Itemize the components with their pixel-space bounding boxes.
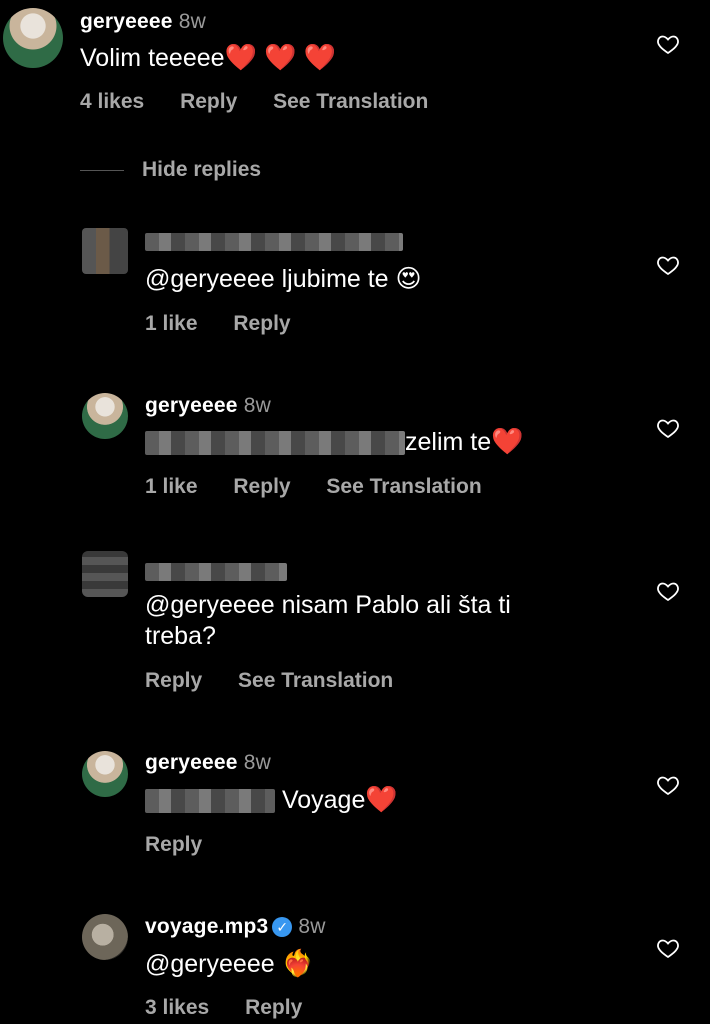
comment-text: Volim teeeee❤️ ❤️ ❤️ bbox=[80, 42, 336, 74]
reply-button[interactable]: Reply bbox=[145, 833, 202, 856]
username[interactable]: geryeeee bbox=[80, 10, 173, 33]
comment-body: Voyage bbox=[281, 786, 366, 814]
comment-actions: Reply See Translation bbox=[145, 669, 423, 693]
likes-count[interactable]: 3 likes bbox=[145, 996, 209, 1019]
avatar[interactable] bbox=[82, 914, 128, 960]
comment-actions: 3 likes Reply bbox=[145, 996, 332, 1020]
mention-link[interactable]: @geryeeee bbox=[145, 265, 275, 293]
like-heart-icon[interactable] bbox=[656, 579, 680, 603]
see-translation-button[interactable]: See Translation bbox=[238, 669, 393, 692]
mention-link[interactable]: @geryeeee bbox=[145, 591, 275, 619]
comment-body: ljubime te bbox=[281, 265, 389, 293]
comment-actions: 1 like Reply See Translation bbox=[145, 475, 512, 499]
reply-button[interactable]: Reply bbox=[145, 669, 202, 692]
comment-header: geryeeee 8w bbox=[145, 394, 271, 418]
comment-header: geryeeee 8w bbox=[80, 10, 206, 34]
comment-header: voyage.mp3 ✓ 8w bbox=[145, 915, 326, 939]
hide-replies-button[interactable]: Hide replies bbox=[80, 158, 261, 182]
comment-header bbox=[145, 560, 287, 584]
reply-button[interactable]: Reply bbox=[245, 996, 302, 1019]
username[interactable]: geryeeee bbox=[145, 394, 238, 417]
reply-button[interactable]: Reply bbox=[233, 312, 290, 335]
comment-text: @geryeeee ljubime te 😍 bbox=[145, 264, 422, 295]
comment-actions: Reply bbox=[145, 833, 232, 857]
username[interactable]: voyage.mp3 bbox=[145, 915, 268, 938]
timestamp: 8w bbox=[298, 915, 326, 938]
see-translation-button[interactable]: See Translation bbox=[326, 475, 481, 498]
heart-on-fire-emoji: ❤️‍🔥 bbox=[281, 948, 314, 978]
avatar[interactable] bbox=[82, 228, 128, 274]
heart-eyes-emoji: 😍 bbox=[395, 265, 422, 293]
comment-body: nisam Pablo ali šta ti bbox=[281, 591, 511, 619]
comment-body-line2: treba? bbox=[145, 622, 216, 650]
heart-emoji: ❤️ bbox=[365, 784, 398, 814]
likes-count[interactable]: 1 like bbox=[145, 312, 198, 335]
blurred-username bbox=[145, 233, 403, 252]
reply-button[interactable]: Reply bbox=[233, 475, 290, 498]
comment-header: geryeeee 8w bbox=[145, 751, 271, 775]
comment-header bbox=[145, 230, 403, 254]
heart-emoji: ❤️ ❤️ ❤️ bbox=[224, 42, 337, 72]
timestamp: 8w bbox=[243, 751, 271, 774]
like-heart-icon[interactable] bbox=[656, 773, 680, 797]
username[interactable]: geryeeee bbox=[145, 751, 238, 774]
heart-emoji: ❤️ bbox=[491, 426, 524, 456]
comment-text: zelim te❤️ bbox=[145, 426, 524, 458]
hide-replies-label: Hide replies bbox=[142, 158, 262, 181]
comment-body: zelim te bbox=[405, 428, 492, 456]
avatar[interactable] bbox=[3, 8, 63, 68]
like-heart-icon[interactable] bbox=[656, 253, 680, 277]
comment-actions: 1 like Reply bbox=[145, 312, 321, 336]
timestamp: 8w bbox=[178, 10, 206, 33]
likes-count[interactable]: 1 like bbox=[145, 475, 198, 498]
avatar[interactable] bbox=[82, 751, 128, 797]
comment-actions: 4 likes Reply See Translation bbox=[80, 90, 458, 114]
avatar[interactable] bbox=[82, 393, 128, 439]
likes-count[interactable]: 4 likes bbox=[80, 90, 144, 113]
divider-line bbox=[80, 169, 124, 171]
avatar[interactable] bbox=[82, 551, 128, 597]
comment-text: @geryeeee ❤️‍🔥 bbox=[145, 948, 314, 980]
verified-badge-icon: ✓ bbox=[272, 917, 293, 938]
comment-text: @geryeeee nisam Pablo ali šta ti treba? bbox=[145, 590, 511, 652]
comment-text: Voyage❤️ bbox=[145, 784, 398, 816]
blurred-text bbox=[145, 789, 275, 814]
see-translation-button[interactable]: See Translation bbox=[273, 90, 428, 113]
like-heart-icon[interactable] bbox=[656, 32, 680, 56]
reply-button[interactable]: Reply bbox=[180, 90, 237, 113]
comment-body: Volim teeeee bbox=[80, 44, 225, 72]
like-heart-icon[interactable] bbox=[656, 936, 680, 960]
like-heart-icon[interactable] bbox=[656, 416, 680, 440]
blurred-text bbox=[145, 431, 405, 456]
blurred-username bbox=[145, 563, 287, 582]
timestamp: 8w bbox=[243, 394, 271, 417]
mention-link[interactable]: @geryeeee bbox=[145, 950, 275, 978]
